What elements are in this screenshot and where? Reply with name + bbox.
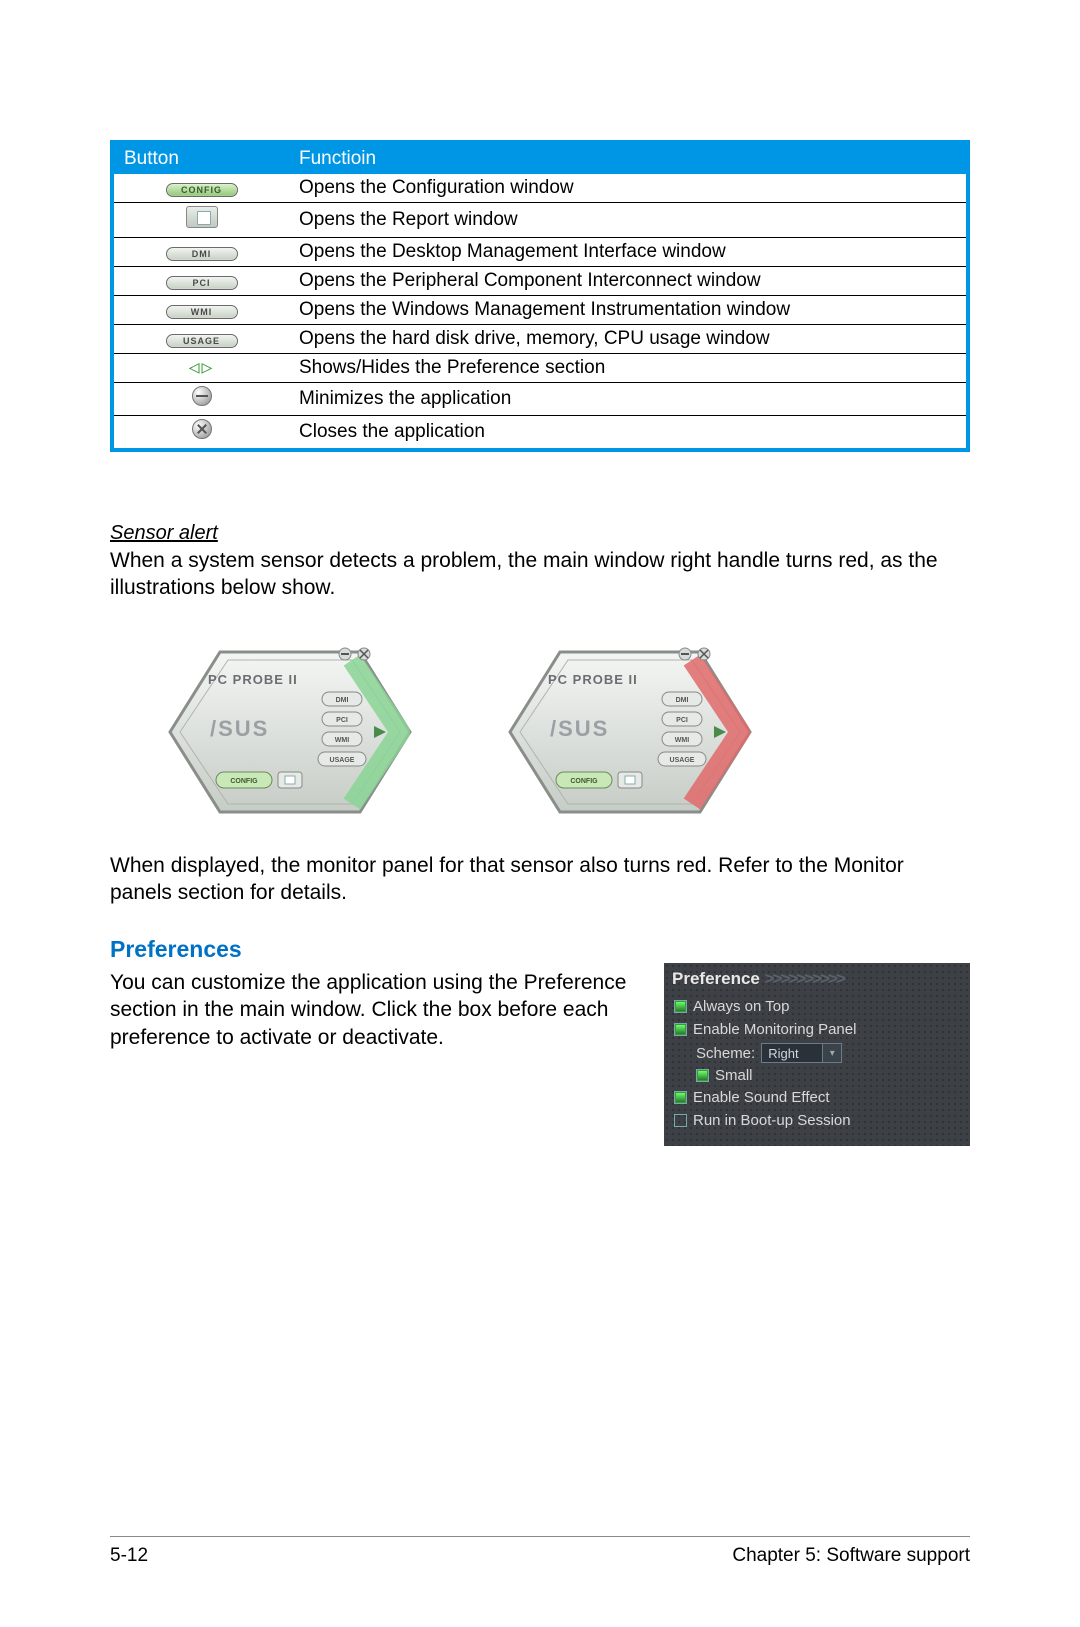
chevron-down-icon[interactable]: ▾ bbox=[822, 1044, 841, 1062]
usage-icon: USAGE bbox=[166, 334, 238, 348]
svg-text:USAGE: USAGE bbox=[330, 757, 355, 764]
svg-text:DMI: DMI bbox=[676, 697, 689, 704]
function-desc: Opens the Peripheral Component Interconn… bbox=[289, 267, 968, 296]
table-row: WMI Opens the Windows Management Instrume… bbox=[112, 296, 968, 325]
minimize-icon bbox=[192, 386, 212, 406]
sensor-alert-p1: When a system sensor detects a problem, … bbox=[110, 547, 970, 602]
svg-text:/SUS: /SUS bbox=[550, 716, 609, 741]
sensor-alert-heading: Sensor alert bbox=[110, 522, 970, 545]
button-function-table: Button Functioin CONFIG Opens the Configu… bbox=[110, 140, 970, 452]
checkbox-icon[interactable] bbox=[674, 1000, 687, 1013]
hex-alert: PC PROBE II /SUS DMI PCI WMI USAGE CONFI… bbox=[490, 632, 770, 832]
table-row: Opens the Report window bbox=[112, 203, 968, 238]
pci-icon: PCI bbox=[166, 276, 238, 290]
pref-scheme: Scheme: Right ▾ bbox=[696, 1041, 962, 1065]
table-row: USAGE Opens the hard disk drive, memory, … bbox=[112, 325, 968, 354]
button-icon-cell bbox=[112, 416, 289, 451]
preferences-text: You can customize the application using … bbox=[110, 969, 644, 1051]
button-icon-cell: DMI bbox=[112, 238, 289, 267]
dmi-icon: DMI bbox=[166, 247, 238, 261]
close-icon bbox=[192, 419, 212, 439]
function-desc: Opens the Configuration window bbox=[289, 174, 968, 203]
svg-text:USAGE: USAGE bbox=[670, 757, 695, 764]
wmi-icon: WMI bbox=[166, 305, 238, 319]
th-function: Functioin bbox=[289, 142, 968, 174]
button-icon-cell: WMI bbox=[112, 296, 289, 325]
pref-run-boot[interactable]: Run in Boot-up Session bbox=[672, 1109, 962, 1132]
svg-text:CONFIG: CONFIG bbox=[570, 778, 598, 785]
page-footer: 5-12 Chapter 5: Software support bbox=[110, 1536, 970, 1567]
function-desc: Closes the application bbox=[289, 416, 968, 451]
function-desc: Shows/Hides the Preference section bbox=[289, 354, 968, 383]
table-row: Closes the application bbox=[112, 416, 968, 451]
config-icon: CONFIG bbox=[166, 183, 238, 197]
function-desc: Opens the Desktop Management Interface w… bbox=[289, 238, 968, 267]
preference-panel: Preference >>>>>>>>>> Always on Top Enab… bbox=[664, 963, 970, 1146]
function-desc: Opens the Report window bbox=[289, 203, 968, 238]
svg-text:PCI: PCI bbox=[676, 717, 688, 724]
preferences-heading: Preferences bbox=[110, 936, 970, 963]
hex-illustrations: PC PROBE II /SUS DMI PCI WMI USAGE CONFI… bbox=[150, 632, 970, 832]
svg-text:/SUS: /SUS bbox=[210, 716, 269, 741]
scheme-select[interactable]: Right ▾ bbox=[761, 1043, 842, 1063]
svg-text:PCI: PCI bbox=[336, 717, 348, 724]
svg-text:WMI: WMI bbox=[335, 737, 349, 744]
table-row: DMI Opens the Desktop Management Interfac… bbox=[112, 238, 968, 267]
checkbox-icon[interactable] bbox=[696, 1069, 709, 1082]
hex-normal: PC PROBE II /SUS DMI PCI WMI USAGE CONFI… bbox=[150, 632, 430, 832]
checkbox-icon[interactable] bbox=[674, 1091, 687, 1104]
checkbox-icon[interactable] bbox=[674, 1114, 687, 1127]
button-icon-cell bbox=[112, 383, 289, 416]
table-row: Minimizes the application bbox=[112, 383, 968, 416]
pref-enable-sound[interactable]: Enable Sound Effect bbox=[672, 1086, 962, 1109]
function-desc: Minimizes the application bbox=[289, 383, 968, 416]
report-icon bbox=[186, 206, 218, 228]
svg-text:PC PROBE II: PC PROBE II bbox=[548, 672, 638, 687]
sensor-alert-p2: When displayed, the monitor panel for th… bbox=[110, 852, 970, 907]
toggle-arrows-icon: ◁▷ bbox=[189, 357, 215, 378]
button-icon-cell: ◁▷ bbox=[112, 354, 289, 383]
table-row: PCI Opens the Peripheral Component Interc… bbox=[112, 267, 968, 296]
svg-text:DMI: DMI bbox=[336, 697, 349, 704]
chapter-label: Chapter 5: Software support bbox=[732, 1545, 970, 1567]
svg-text:PC PROBE II: PC PROBE II bbox=[208, 672, 298, 687]
pref-small[interactable]: Small bbox=[696, 1065, 962, 1086]
svg-text:WMI: WMI bbox=[675, 737, 689, 744]
table-row: CONFIG Opens the Configuration window bbox=[112, 174, 968, 203]
checkbox-icon[interactable] bbox=[674, 1023, 687, 1036]
pref-always-on-top[interactable]: Always on Top bbox=[672, 995, 962, 1018]
table-row: ◁▷ Shows/Hides the Preference section bbox=[112, 354, 968, 383]
svg-text:CONFIG: CONFIG bbox=[230, 778, 258, 785]
button-icon-cell: CONFIG bbox=[112, 174, 289, 203]
pref-enable-monitoring[interactable]: Enable Monitoring Panel bbox=[672, 1018, 962, 1041]
button-icon-cell: PCI bbox=[112, 267, 289, 296]
preference-panel-title: Preference >>>>>>>>>> bbox=[672, 969, 962, 989]
button-icon-cell: USAGE bbox=[112, 325, 289, 354]
function-desc: Opens the Windows Management Instrumenta… bbox=[289, 296, 968, 325]
button-icon-cell bbox=[112, 203, 289, 238]
th-button: Button bbox=[112, 142, 289, 174]
function-desc: Opens the hard disk drive, memory, CPU u… bbox=[289, 325, 968, 354]
page-number: 5-12 bbox=[110, 1545, 148, 1567]
